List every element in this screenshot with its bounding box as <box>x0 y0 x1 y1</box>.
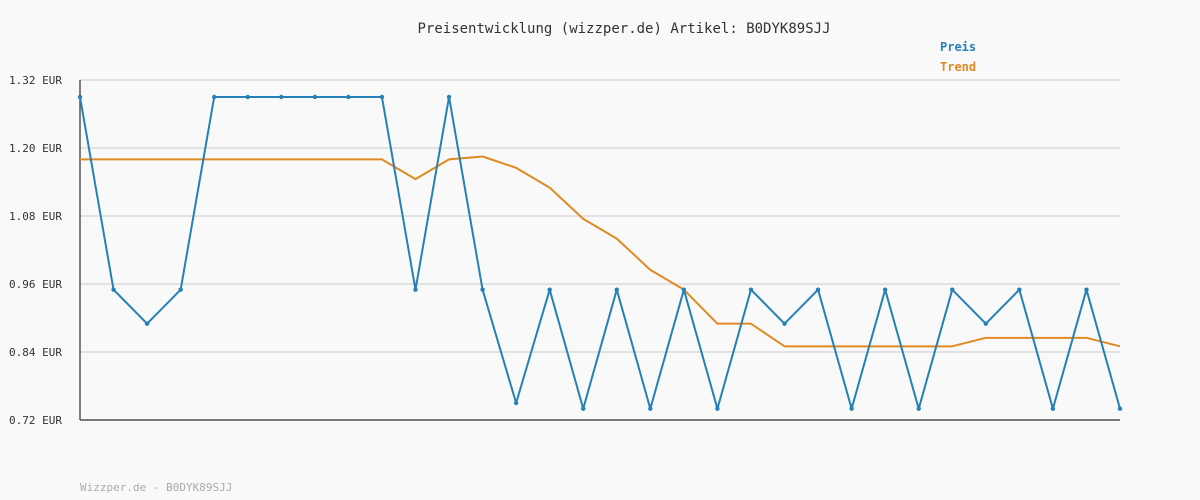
y-tick-label: 1.20 EUR <box>9 142 62 155</box>
data-point-preis <box>614 287 619 292</box>
axes <box>79 80 1120 421</box>
y-tick-label: 0.84 EUR <box>9 346 62 359</box>
y-tick-label: 1.08 EUR <box>9 210 62 223</box>
data-point-preis <box>983 321 989 326</box>
data-point-preis <box>144 321 150 326</box>
data-point-preis <box>748 287 754 292</box>
y-tick-label: 0.72 EUR <box>9 414 62 427</box>
data-point-preis <box>446 94 452 100</box>
data-point-preis <box>648 406 653 411</box>
data-point-preis <box>715 406 720 411</box>
series-line-preis <box>79 96 1121 410</box>
chart-title: Preisentwicklung (wizzper.de) Artikel: B… <box>417 21 830 37</box>
data-point-preis <box>480 287 485 292</box>
data-point-preis <box>379 94 385 100</box>
data-point-preis <box>849 406 854 411</box>
legend-preis: Preis <box>940 40 976 54</box>
legend-trend: Trend <box>940 60 976 74</box>
chart-footer: Wizzper.de - B0DYK89SJJ <box>80 481 232 494</box>
grid-layer <box>80 79 1120 421</box>
data-point-preis <box>1050 406 1056 411</box>
data-point-preis <box>1084 287 1089 292</box>
data-point-preis <box>547 287 552 292</box>
data-point-preis <box>279 94 284 100</box>
data-point-preis <box>346 94 351 100</box>
data-point-preis <box>950 287 955 292</box>
data-point-preis <box>513 400 519 406</box>
data-point-preis <box>581 406 586 411</box>
series-line-trend <box>80 155 1121 348</box>
price-chart: Preisentwicklung (wizzper.de) Artikel: B… <box>9 21 1123 494</box>
data-point-preis <box>178 287 183 292</box>
data-point-preis <box>782 321 787 326</box>
data-point-preis <box>882 287 888 292</box>
y-tick-label: 1.32 EUR <box>9 74 62 87</box>
data-point-preis <box>245 94 250 100</box>
data-point-preis <box>1017 287 1022 292</box>
data-point-preis <box>111 287 116 292</box>
data-point-preis <box>681 287 687 292</box>
y-tick-labels: 1.32 EUR 1.20 EUR 1.08 EUR 0.96 EUR 0.84 EUR… <box>9 74 62 427</box>
data-point-preis <box>1117 406 1123 411</box>
data-point-preis <box>211 94 217 100</box>
data-point-preis <box>916 406 921 411</box>
data-point-preis <box>413 287 418 292</box>
data-point-preis <box>312 94 318 100</box>
data-point-preis <box>815 287 821 292</box>
data-point-preis <box>77 94 83 100</box>
series-layer <box>77 94 1123 411</box>
y-tick-label: 0.96 EUR <box>9 278 62 291</box>
